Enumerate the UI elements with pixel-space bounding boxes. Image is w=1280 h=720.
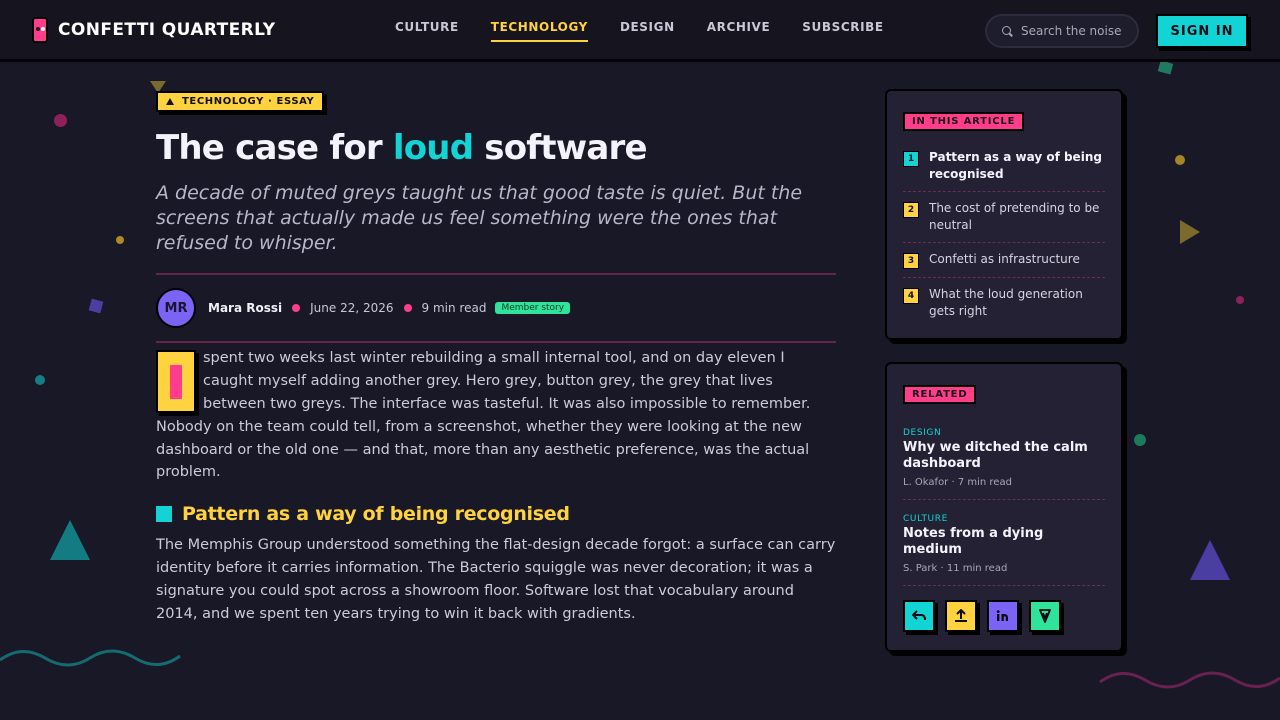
reply-arrow-icon [912,610,926,621]
linkedin-icon [996,610,1008,621]
separator-dot [292,304,301,313]
read-time: 9 min read [421,301,487,316]
title-end: software [473,128,647,168]
nav-archive[interactable]: ARCHIVE [707,20,771,42]
author-avatar[interactable]: MR [156,288,196,329]
paragraph: I spent two weeks last winter rebuilding… [156,347,836,484]
paragraph: The Memphis Group understood something t… [156,537,836,622]
toc-item-label: Pattern as a way of being recognised [929,150,1102,181]
related-category: CULTURE [903,514,948,524]
section-heading-text: Pattern as a way of being recognised [182,503,570,526]
toc-item-label: The cost of pretending to be neutral [929,201,1100,232]
related-item[interactable]: DESIGN Why we ditched the calm dashboard… [903,428,1105,500]
paragraph-text: spent two weeks last winter rebuilding a… [156,350,811,481]
title-accent-word: loud [392,128,474,168]
related-meta: L. Okafor · 7 min read [903,477,1012,488]
toc-list: 1 Pattern as a way of being recognised 2… [903,149,1105,320]
nav-subscribe[interactable]: SUBSCRIBE [802,20,883,42]
related-card: RELATED DESIGN Why we ditched the calm d… [885,362,1123,652]
related-item[interactable]: CULTURE Notes from a dying medium S. Par… [903,514,1105,586]
triangle-icon [166,98,174,105]
sign-in-button[interactable]: SIGN IN [1156,14,1248,48]
toc-card: IN THIS ARTICLE 1 Pattern as a way of be… [885,89,1123,340]
drop-cap: I [156,350,196,414]
upload-share-button[interactable] [945,600,977,632]
brand-mark-icon [32,17,48,43]
square-icon [156,506,172,523]
author-name[interactable]: Mara Rossi [208,301,282,315]
divider [156,273,836,276]
brand-name: CONFETTI QUARTERLY [58,20,276,40]
nav-culture[interactable]: CULTURE [395,20,459,42]
article-dek: A decade of muted greys taught us that g… [156,182,803,255]
related-list: DESIGN Why we ditched the calm dashboard… [903,428,1105,586]
nav-design[interactable]: DESIGN [620,20,675,42]
article-kicker[interactable]: TECHNOLOGY · ESSAY [156,91,325,112]
separator-dot [403,304,412,313]
toc-item[interactable]: 3 Confetti as infrastructure [903,251,1105,278]
vee-icon [1039,609,1051,623]
toc-item[interactable]: 2 The cost of pretending to be neutral [903,200,1105,243]
upload-icon [955,609,967,622]
related-title[interactable]: Notes from a dying medium [903,526,1105,558]
byline: MR Mara Rossi June 22, 2026 9 min read M… [156,287,836,329]
publish-date: June 22, 2026 [310,301,394,316]
search-icon [1002,25,1013,37]
title-start: The case for [156,128,393,168]
toc-number: 4 [903,288,919,304]
article-title: The case for loud software [156,128,836,168]
toc-item-label: Confetti as infrastructure [929,252,1080,266]
toc-label: IN THIS ARTICLE [903,112,1025,131]
toc-item[interactable]: 4 What the loud generation gets right [903,286,1105,320]
brand-logo[interactable]: CONFETTI QUARTERLY [32,17,275,43]
vee-share-button[interactable] [1029,600,1061,632]
kicker-label: TECHNOLOGY · ESSAY [182,96,315,107]
share-buttons [903,600,1105,632]
related-label: RELATED [903,385,977,404]
section-heading: Pattern as a way of being recognised [156,503,836,525]
related-meta: S. Park · 11 min read [903,563,1008,574]
related-title[interactable]: Why we ditched the calm dashboard [903,440,1105,472]
main-nav: CULTURE TECHNOLOGY DESIGN ARCHIVE SUBSCR… [395,20,884,42]
toc-number: 3 [903,253,919,269]
nav-technology[interactable]: TECHNOLOGY [490,20,588,42]
related-category: DESIGN [903,428,942,438]
drop-cap-letter: I [170,364,182,399]
article: TECHNOLOGY · ESSAY The case for loud sof… [156,90,836,625]
divider [156,341,836,344]
reply-share-button[interactable] [903,600,935,632]
toc-item-label: What the loud generation gets right [929,287,1083,318]
search-input[interactable] [1021,24,1131,38]
toc-item[interactable]: 1 Pattern as a way of being recognised [903,149,1105,192]
search-box[interactable] [985,14,1139,48]
linkedin-share-button[interactable] [987,600,1019,632]
toc-number: 2 [903,202,919,218]
member-story-badge: Member story [495,302,571,315]
top-navbar: CONFETTI QUARTERLY CULTURE TECHNOLOGY DE… [0,0,1280,62]
toc-number: 1 [903,151,919,167]
